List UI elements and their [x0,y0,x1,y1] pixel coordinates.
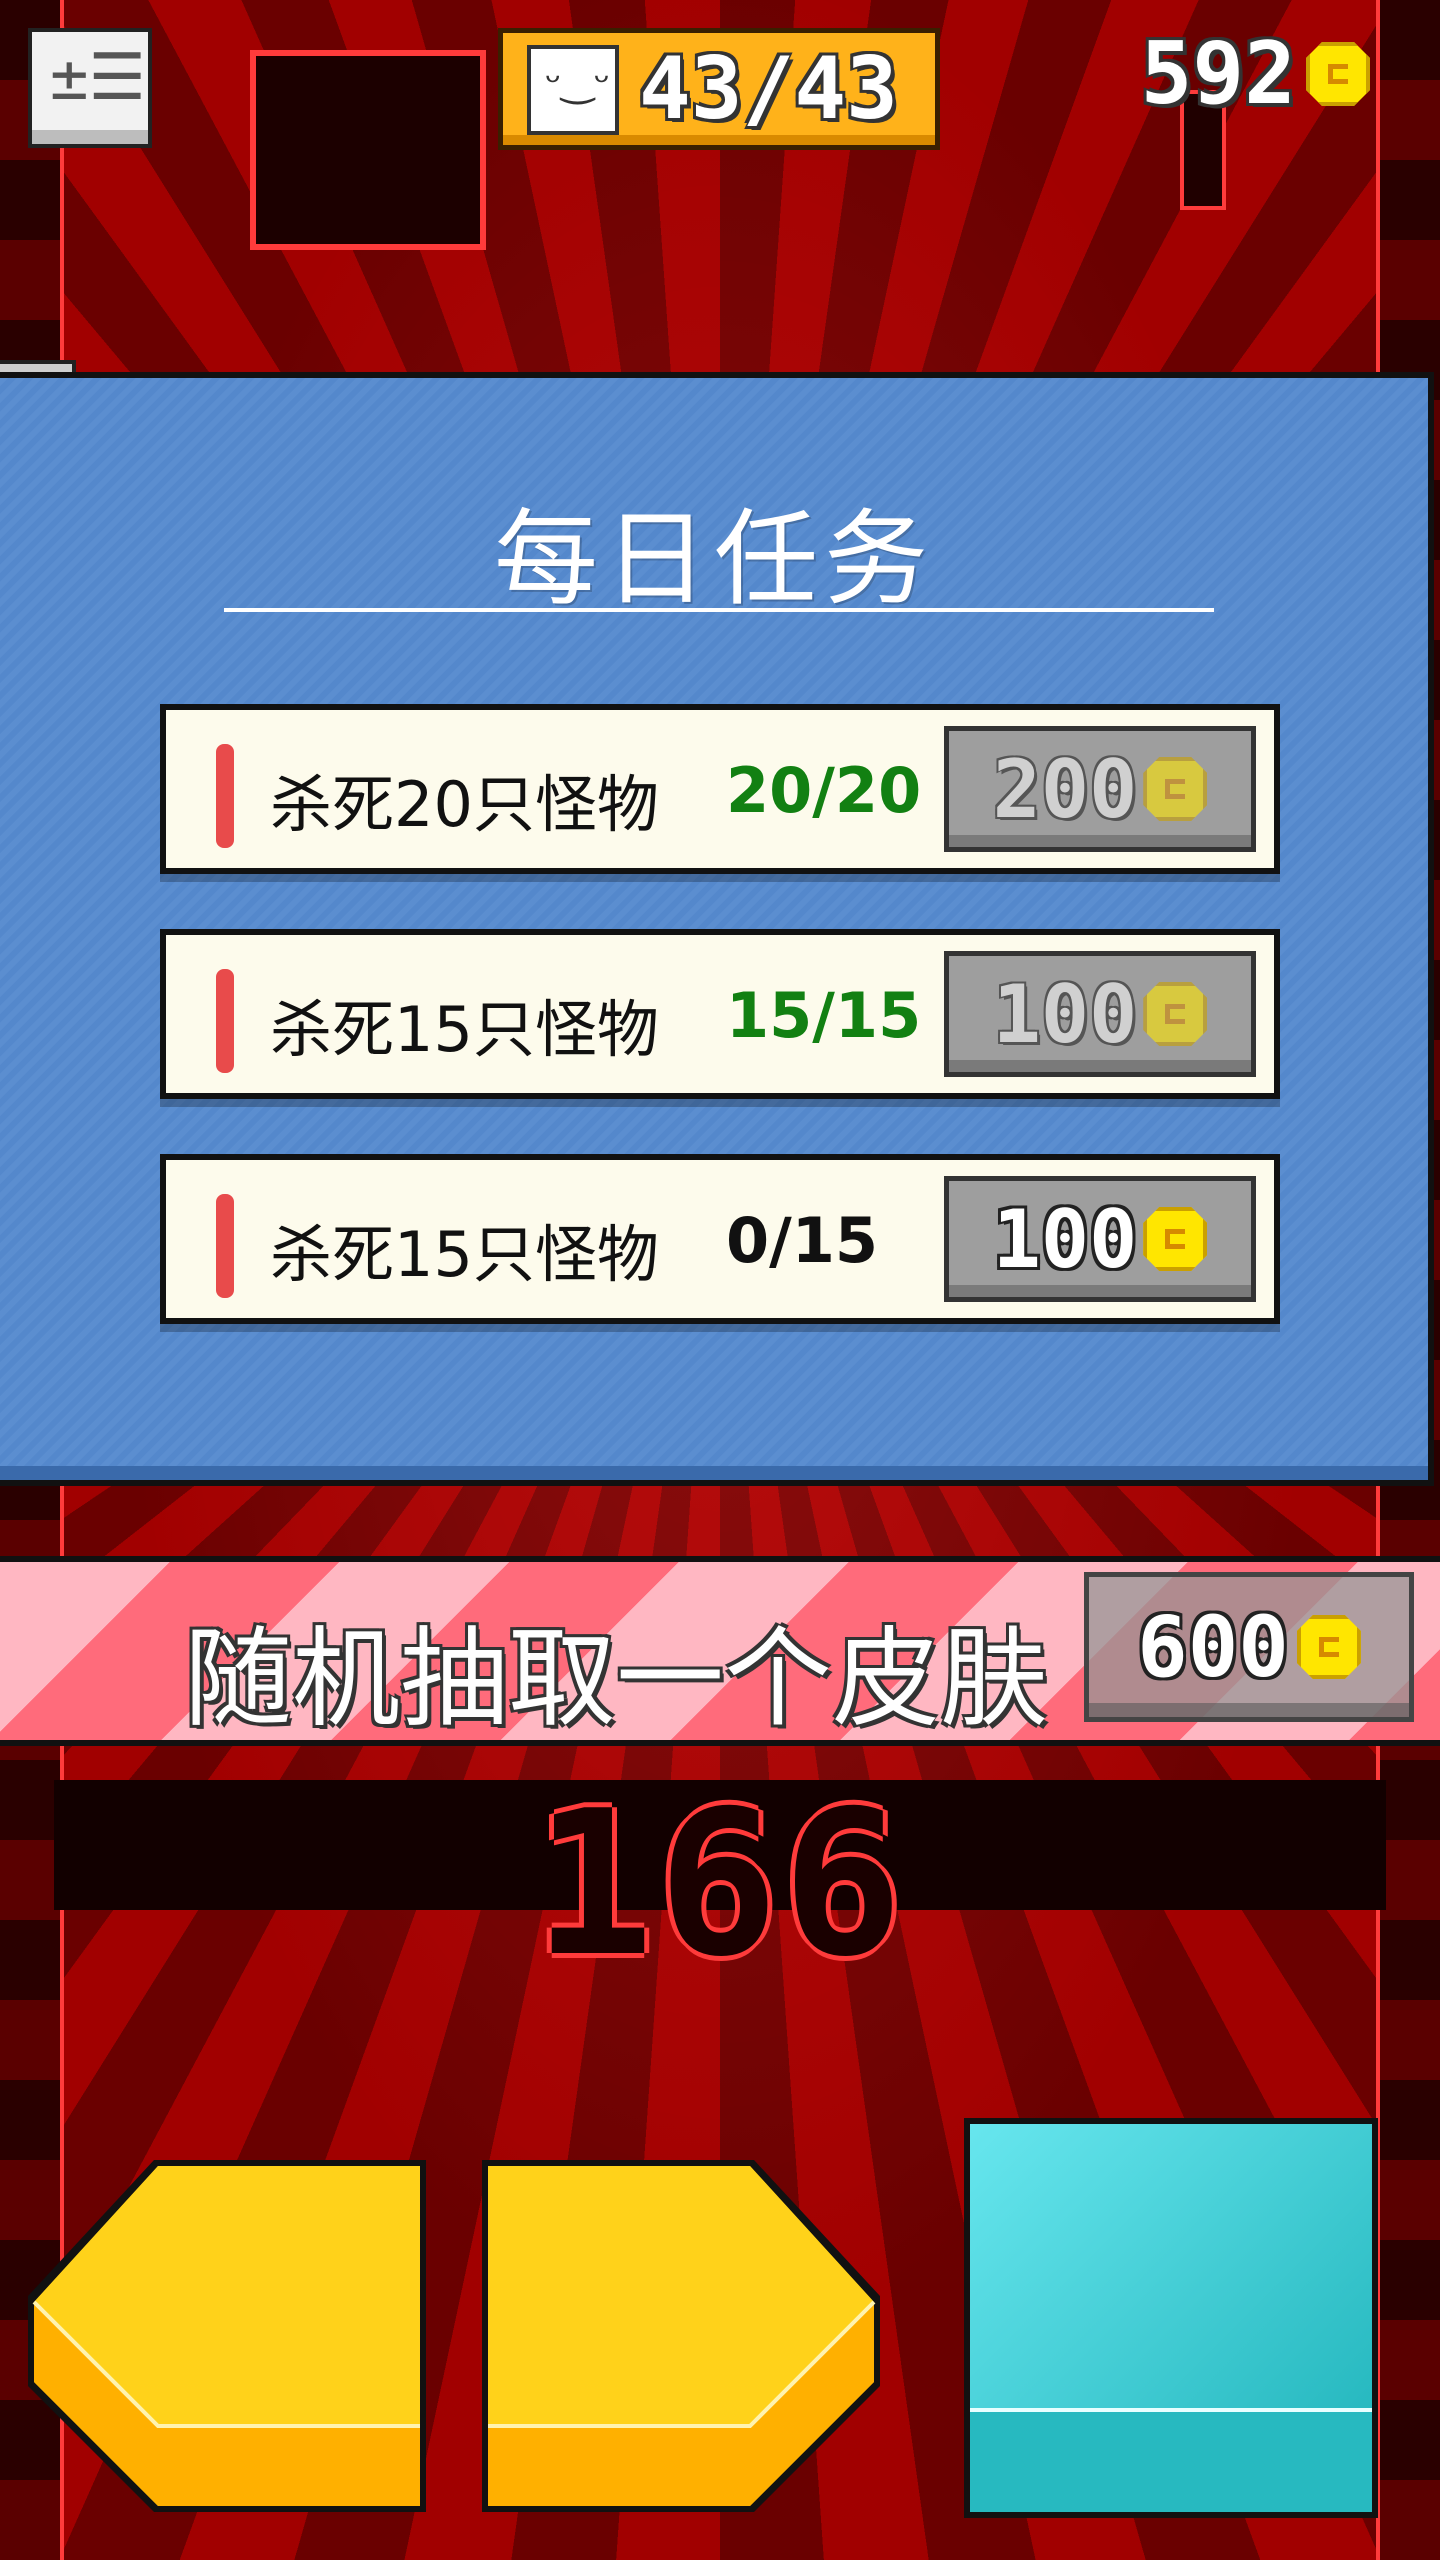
score-display: 166 [533,1768,907,2001]
menu-icon: ±☰ [50,41,146,115]
coin-icon [1306,42,1370,106]
action-button-face [970,2124,1372,2412]
reward-amount: 100 [992,967,1138,1061]
task-row: 杀死20只怪物 20/20 200 [160,704,1280,874]
action-button[interactable] [964,2118,1378,2518]
move-left-button[interactable] [24,2156,430,2516]
player-face-icon: ᵕ‿ᵕ [527,45,619,135]
title-divider [224,608,1214,612]
coin-balance-value: 592 [1140,24,1296,124]
move-left-shape [28,2160,426,2512]
task-label: 杀死15只怪物 [270,993,659,1066]
coin-icon [1143,982,1208,1046]
coin-icon [1143,1207,1208,1271]
health-counter: ᵕ‿ᵕ 43/43 [498,28,940,150]
coin-icon [1296,1615,1361,1679]
task-label: 杀死20只怪物 [270,768,659,841]
daily-tasks-panel: 每日任务 杀死20只怪物 20/20 200 杀死15只怪物 15/15 100… [0,372,1434,1486]
task-row: 杀死15只怪物 0/15 100 [160,1154,1280,1324]
task-marker [216,1194,234,1298]
health-value: 43/43 [639,39,898,139]
random-skin-buy-button[interactable]: 600 [1084,1572,1414,1722]
task-marker [216,744,234,848]
reward-amount: 100 [992,1192,1138,1286]
claim-reward-button[interactable]: 200 [944,726,1256,852]
background-cube [250,50,486,250]
player-face-glyph: ᵕ‿ᵕ [545,59,611,105]
menu-button[interactable]: ±☰ [28,28,152,148]
claim-reward-button[interactable]: 100 [944,1176,1256,1302]
reward-amount: 200 [992,742,1138,836]
claim-reward-button[interactable]: 100 [944,951,1256,1077]
move-right-shape [482,2160,880,2512]
task-marker [216,969,234,1073]
task-label: 杀死15只怪物 [270,1218,659,1291]
task-row: 杀死15只怪物 15/15 100 [160,929,1280,1099]
random-skin-label: 随机抽取一个皮肤 [184,1617,1049,1742]
coin-icon [1143,757,1208,821]
panel-title: 每日任务 [493,498,934,620]
coin-balance: 592 [1141,24,1370,124]
random-skin-banner: 随机抽取一个皮肤 600 [0,1556,1440,1746]
move-right-button[interactable] [478,2156,884,2516]
random-skin-cost: 600 [1137,1598,1289,1696]
